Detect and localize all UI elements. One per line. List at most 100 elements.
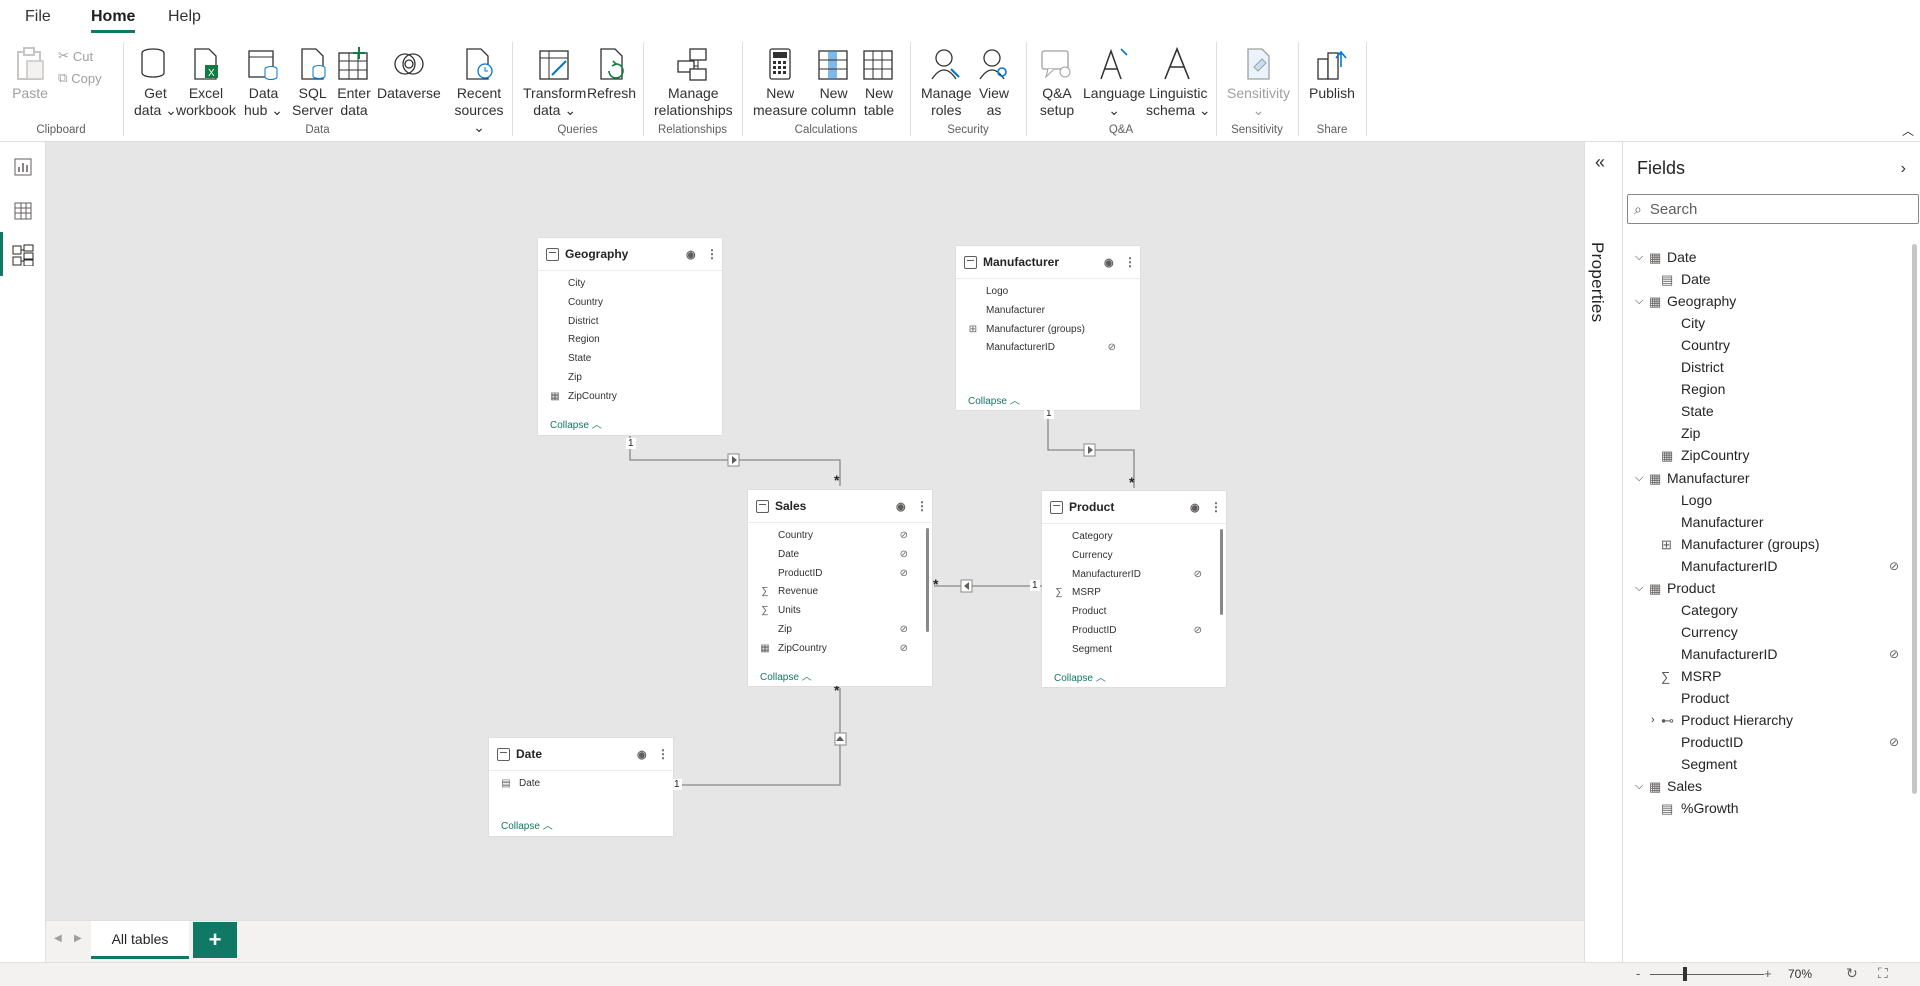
sensitivity-button[interactable]: Sensitivity ⌄: [1227, 46, 1290, 119]
field-row[interactable]: ▦ ZipCountry: [538, 388, 722, 407]
field-row[interactable]: Currency: [1042, 547, 1226, 566]
zoom-out-button[interactable]: -: [1636, 966, 1640, 981]
field-row[interactable]: Date ⊘: [748, 546, 932, 565]
table-scrollbar[interactable]: [1220, 529, 1223, 615]
relationship-sales-date[interactable]: [672, 688, 841, 786]
collapse-fields-icon[interactable]: ›: [1901, 160, 1906, 178]
transform-data-button[interactable]: Transform data ⌄: [523, 46, 586, 119]
field-row[interactable]: ∑ Units: [748, 602, 932, 621]
field-row[interactable]: ∑ Revenue: [748, 583, 932, 602]
report-view-icon[interactable]: [10, 154, 36, 180]
paste-button[interactable]: Paste: [12, 46, 48, 102]
dataverse-button[interactable]: Dataverse: [377, 46, 441, 102]
table-view-icon[interactable]: [10, 198, 36, 224]
field-row[interactable]: ▦ ZipCountry ⊘: [748, 640, 932, 659]
eye-icon[interactable]: ◉: [1104, 256, 1118, 269]
field-row[interactable]: District: [538, 313, 722, 332]
tab-prev-icon[interactable]: ◀: [54, 933, 62, 944]
field-row[interactable]: Category: [1042, 528, 1226, 547]
eye-icon[interactable]: ◉: [637, 748, 651, 761]
more-options-icon[interactable]: ⋮: [706, 247, 718, 261]
field-row[interactable]: Product: [1042, 603, 1226, 622]
field-row[interactable]: Country: [538, 294, 722, 313]
enter-data-button[interactable]: Enter data: [336, 46, 372, 119]
field-row[interactable]: Country ⊘: [748, 527, 932, 546]
properties-label[interactable]: Properties: [1587, 242, 1607, 322]
field-row[interactable]: ProductID ⊘: [748, 565, 932, 584]
collapse-button[interactable]: Collapse ︿: [968, 392, 1020, 407]
table-card-sales[interactable]: Sales ◉ ⋮ Country ⊘ Date ⊘ ProductID ⊘ ∑ Rev…: [748, 490, 932, 686]
eye-icon[interactable]: ◉: [686, 248, 700, 261]
fields-scrollbar[interactable]: [1912, 244, 1917, 794]
field-row[interactable]: ProductID ⊘: [1042, 622, 1226, 641]
fields-field-item[interactable]: ▤ %Growth: [1623, 795, 1913, 822]
manage-relationships-button[interactable]: Manage relationships: [654, 46, 733, 119]
expand-properties-icon[interactable]: «: [1595, 152, 1605, 173]
refresh-button[interactable]: Refresh: [587, 46, 636, 102]
excel-workbook-button[interactable]: X Excel workbook: [176, 46, 236, 119]
field-row[interactable]: Region: [538, 331, 722, 350]
recent-sources-button[interactable]: Recent sources ⌄: [447, 46, 511, 136]
table-header[interactable]: Manufacturer ◉ ⋮: [956, 246, 1140, 278]
field-row[interactable]: City: [538, 275, 722, 294]
view-as-button[interactable]: View as: [976, 46, 1012, 119]
field-row[interactable]: Manufacturer: [956, 302, 1140, 321]
table-header[interactable]: Sales ◉ ⋮: [748, 490, 932, 522]
collapse-button[interactable]: Collapse ︿: [501, 817, 553, 832]
sql-server-button[interactable]: SQL Server: [292, 46, 333, 119]
collapse-ribbon-icon[interactable]: ︿: [1902, 122, 1914, 139]
reset-zoom-icon[interactable]: ↻: [1846, 965, 1858, 982]
field-row[interactable]: Logo: [956, 283, 1140, 302]
new-measure-button[interactable]: New measure: [753, 46, 807, 119]
table-header[interactable]: Date ◉ ⋮: [489, 738, 673, 770]
tab-next-icon[interactable]: ▶: [74, 933, 82, 944]
new-table-button[interactable]: New table: [861, 46, 897, 119]
field-row[interactable]: ⊞ Manufacturer (groups): [956, 321, 1140, 340]
collapse-button[interactable]: Collapse ︿: [760, 668, 812, 683]
table-card-product[interactable]: Product ◉ ⋮ Category Currency Manufactur…: [1042, 491, 1226, 687]
menu-file[interactable]: File: [25, 8, 51, 26]
field-row[interactable]: Segment: [1042, 641, 1226, 660]
cut-button[interactable]: ✂ Cut: [58, 48, 93, 64]
more-options-icon[interactable]: ⋮: [657, 747, 669, 761]
menu-help[interactable]: Help: [168, 8, 201, 26]
more-options-icon[interactable]: ⋮: [916, 499, 928, 513]
zoom-in-button[interactable]: +: [1764, 966, 1772, 981]
field-row[interactable]: State: [538, 350, 722, 369]
field-row[interactable]: Zip ⊘: [748, 621, 932, 640]
copy-button[interactable]: ⧉ Copy: [58, 70, 102, 86]
get-data-button[interactable]: Get data ⌄: [134, 46, 177, 119]
table-card-geography[interactable]: Geography ◉ ⋮ City Country District Regi…: [538, 238, 722, 435]
add-layout-button[interactable]: +: [193, 922, 237, 958]
zoom-slider-track[interactable]: [1650, 974, 1764, 975]
eye-icon[interactable]: ◉: [896, 500, 910, 513]
more-options-icon[interactable]: ⋮: [1124, 255, 1136, 269]
field-row[interactable]: ▤ Date: [489, 775, 673, 794]
table-card-manufacturer[interactable]: Manufacturer ◉ ⋮ Logo Manufacturer ⊞ Manu…: [956, 246, 1140, 410]
eye-icon[interactable]: ◉: [1190, 501, 1204, 514]
table-card-date[interactable]: Date ◉ ⋮ ▤ Date Collapse ︿: [489, 738, 673, 836]
menu-home[interactable]: Home: [91, 8, 136, 33]
tab-all-tables[interactable]: All tables: [91, 921, 189, 959]
model-view-icon[interactable]: [10, 242, 36, 268]
field-row[interactable]: ManufacturerID ⊘: [1042, 566, 1226, 585]
table-scrollbar[interactable]: [926, 528, 929, 632]
new-column-button[interactable]: New column: [811, 46, 856, 119]
model-canvas[interactable]: 1 * 1 * * 1 * 1 Geography ◉ ⋮ City Count…: [46, 142, 1584, 920]
data-hub-button[interactable]: Data hub ⌄: [244, 46, 283, 119]
language-button[interactable]: Language ⌄: [1083, 46, 1145, 119]
table-header[interactable]: Product ◉ ⋮: [1042, 491, 1226, 523]
fit-to-screen-icon[interactable]: ⛶: [1878, 965, 1888, 982]
manage-roles-button[interactable]: Manage roles: [921, 46, 972, 119]
collapse-button[interactable]: Collapse ︿: [550, 416, 602, 431]
linguistic-schema-button[interactable]: Linguistic schema ⌄: [1146, 46, 1211, 119]
zoom-slider-thumb[interactable]: [1683, 967, 1687, 981]
more-options-icon[interactable]: ⋮: [1210, 500, 1222, 514]
publish-button[interactable]: Publish: [1309, 46, 1355, 102]
qa-setup-button[interactable]: Q&A setup: [1039, 46, 1075, 119]
field-row[interactable]: ∑ MSRP: [1042, 584, 1226, 603]
field-row[interactable]: Zip: [538, 369, 722, 388]
field-row[interactable]: ManufacturerID ⊘: [956, 339, 1140, 358]
fields-search-input[interactable]: ⌕ Search: [1627, 194, 1919, 224]
table-header[interactable]: Geography ◉ ⋮: [538, 238, 722, 270]
